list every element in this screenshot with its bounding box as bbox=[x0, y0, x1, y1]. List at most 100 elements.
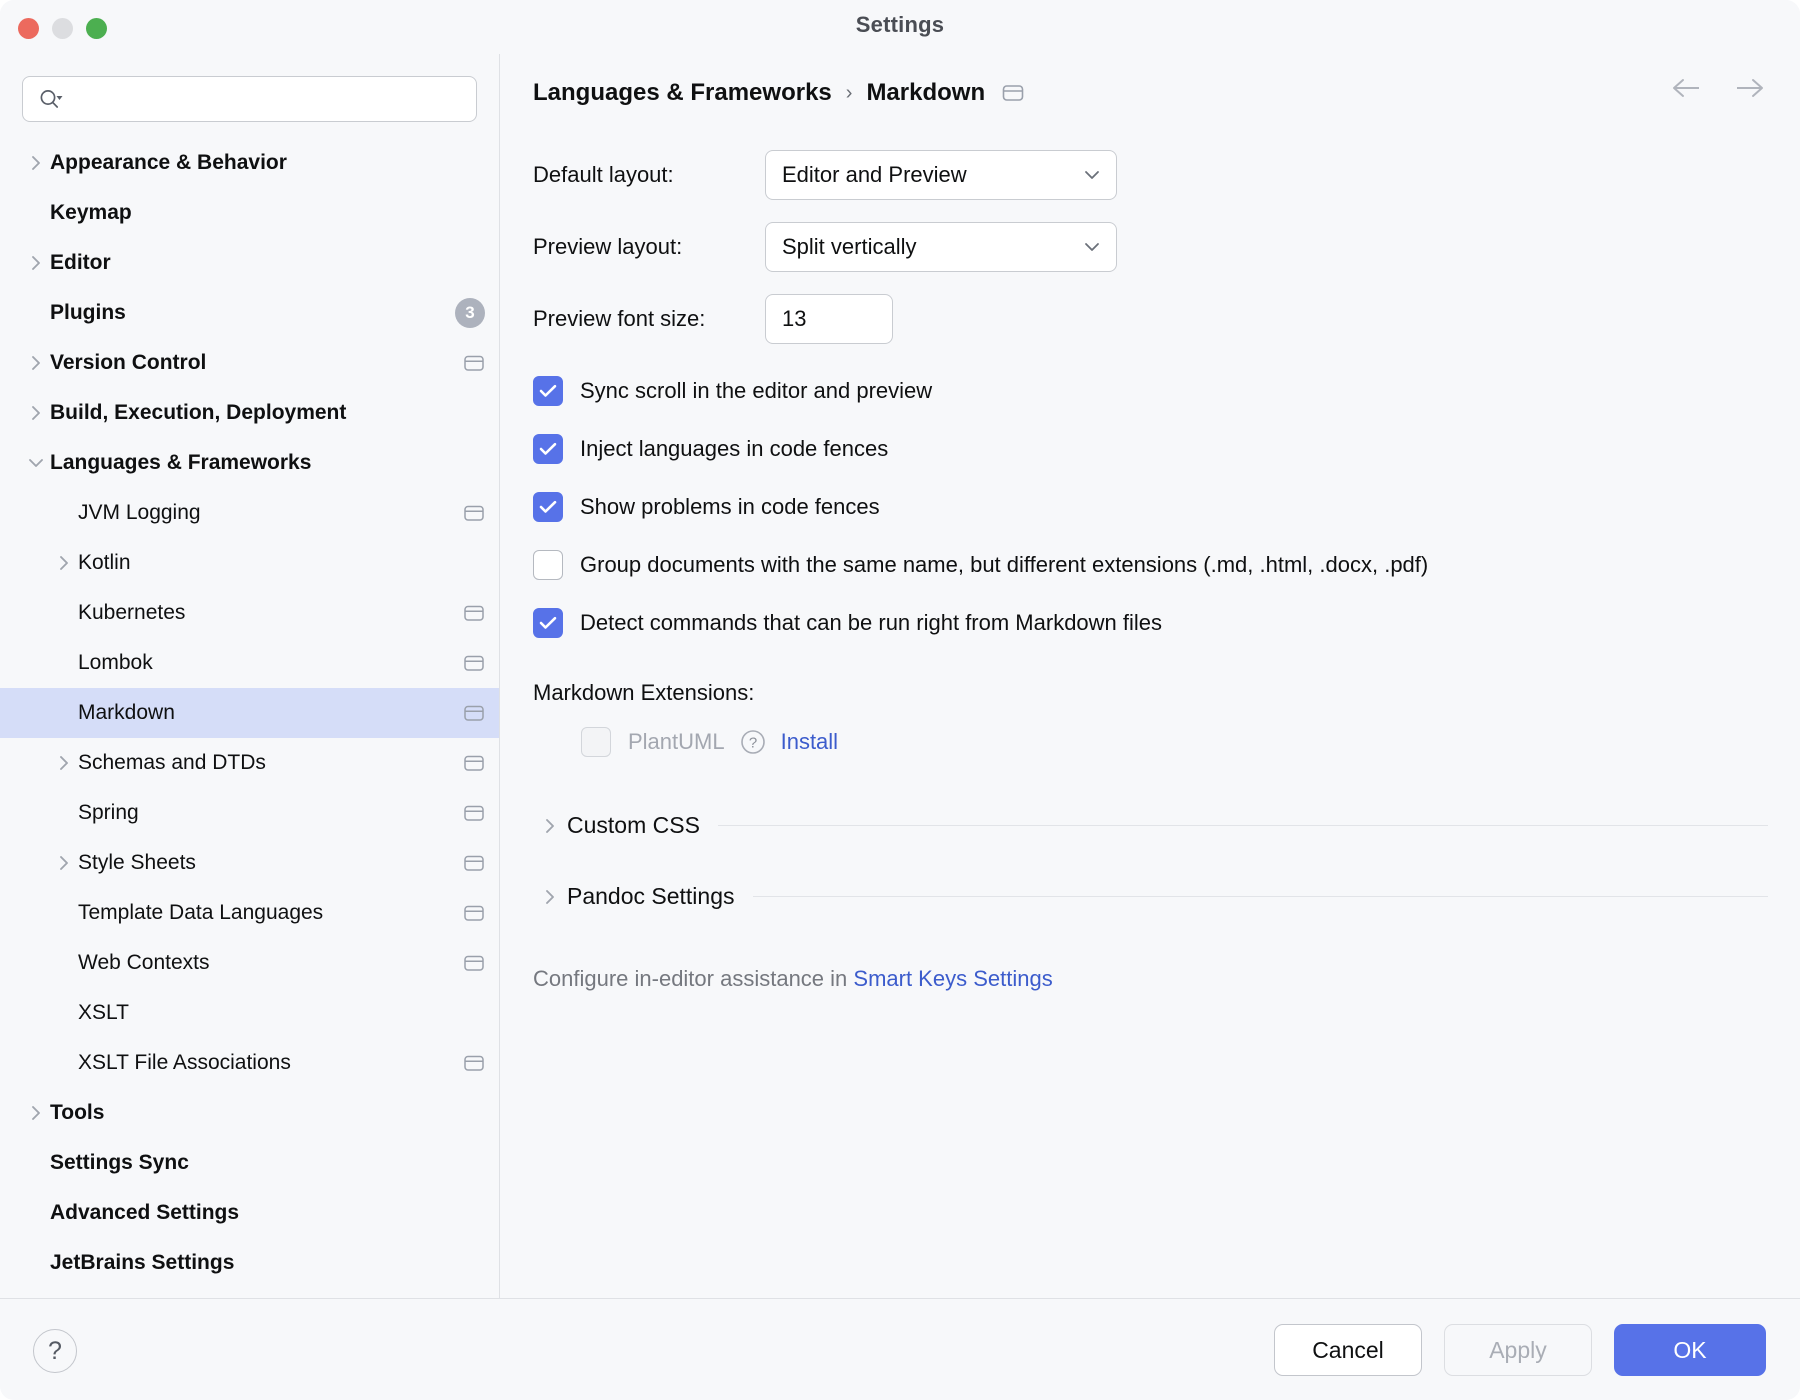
settings-content: Default layout: Editor and Preview Previ… bbox=[501, 132, 1800, 992]
checkbox-label: Detect commands that can be run right fr… bbox=[580, 610, 1162, 636]
sidebar-item-label: Languages & Frameworks bbox=[50, 451, 311, 475]
twisty-placeholder bbox=[22, 1138, 50, 1188]
default-layout-row: Default layout: Editor and Preview bbox=[533, 150, 1768, 200]
sidebar-item-version-control[interactable]: Version Control bbox=[0, 338, 499, 388]
extension-row: PlantUML?Install bbox=[533, 716, 1768, 768]
sidebar-item-lombok[interactable]: Lombok bbox=[0, 638, 499, 688]
preview-font-size-input[interactable] bbox=[780, 305, 878, 333]
sidebar-item-kubernetes[interactable]: Kubernetes bbox=[0, 588, 499, 638]
markdown-extensions-list: PlantUML?Install bbox=[533, 716, 1768, 768]
checkbox-unchecked-icon bbox=[581, 727, 611, 757]
default-layout-dropdown[interactable]: Editor and Preview bbox=[765, 150, 1117, 200]
sidebar-item-jvm-logging[interactable]: JVM Logging bbox=[0, 488, 499, 538]
collapsible-sections: Custom CSS Pandoc Settings bbox=[533, 812, 1768, 910]
sidebar-item-xslt[interactable]: XSLT bbox=[0, 988, 499, 1038]
project-scope-icon bbox=[463, 754, 485, 773]
preview-font-size-row: Preview font size: bbox=[533, 294, 1768, 344]
twisty-placeholder bbox=[50, 1038, 78, 1088]
ok-button[interactable]: OK bbox=[1614, 1324, 1766, 1376]
project-scope-icon bbox=[463, 854, 485, 873]
checkbox-row[interactable]: Inject languages in code fences bbox=[533, 420, 1768, 478]
help-icon[interactable]: ? bbox=[739, 728, 767, 756]
chevron-right-icon[interactable] bbox=[22, 338, 50, 388]
sidebar-item-label: Appearance & Behavior bbox=[50, 151, 287, 175]
default-layout-label: Default layout: bbox=[533, 162, 765, 188]
sidebar-item-kotlin[interactable]: Kotlin bbox=[0, 538, 499, 588]
checkbox-checked-icon[interactable] bbox=[533, 492, 563, 522]
chevron-right-icon[interactable] bbox=[50, 538, 78, 588]
sidebar-item-keymap[interactable]: Keymap bbox=[0, 188, 499, 238]
project-scope-icon bbox=[463, 804, 485, 823]
sidebar-item-jetbrains-settings[interactable]: JetBrains Settings bbox=[0, 1238, 499, 1288]
sidebar-item-web-contexts[interactable]: Web Contexts bbox=[0, 938, 499, 988]
settings-main-panel: Languages & Frameworks › Markdown bbox=[501, 54, 1800, 1298]
sidebar-item-label: Editor bbox=[50, 251, 111, 275]
chevron-right-icon[interactable] bbox=[22, 388, 50, 438]
help-button[interactable]: ? bbox=[33, 1329, 77, 1373]
project-scope-icon bbox=[463, 904, 485, 923]
search-box[interactable] bbox=[22, 76, 477, 122]
chevron-right-icon[interactable] bbox=[533, 887, 567, 907]
sidebar-item-tools[interactable]: Tools bbox=[0, 1088, 499, 1138]
install-link[interactable]: Install bbox=[781, 729, 838, 755]
back-arrow-icon[interactable] bbox=[1670, 76, 1704, 100]
chevron-right-icon[interactable] bbox=[22, 138, 50, 188]
collapsible-section-custom-css[interactable]: Custom CSS bbox=[533, 812, 1768, 839]
sidebar-item-languages-frameworks[interactable]: Languages & Frameworks bbox=[0, 438, 499, 488]
apply-button[interactable]: Apply bbox=[1444, 1324, 1592, 1376]
sidebar-item-label: Kubernetes bbox=[78, 601, 185, 625]
sidebar-item-schemas-and-dtds[interactable]: Schemas and DTDs bbox=[0, 738, 499, 788]
collapsible-section-pandoc-settings[interactable]: Pandoc Settings bbox=[533, 883, 1768, 910]
sidebar-item-template-data-languages[interactable]: Template Data Languages bbox=[0, 888, 499, 938]
twisty-placeholder bbox=[50, 688, 78, 738]
sidebar-item-label: Template Data Languages bbox=[78, 901, 323, 925]
breadcrumb-parent[interactable]: Languages & Frameworks bbox=[533, 79, 832, 107]
checkbox-checked-icon[interactable] bbox=[533, 376, 563, 406]
sidebar-item-spring[interactable]: Spring bbox=[0, 788, 499, 838]
sidebar-item-style-sheets[interactable]: Style Sheets bbox=[0, 838, 499, 888]
sidebar-item-xslt-file-associations[interactable]: XSLT File Associations bbox=[0, 1038, 499, 1088]
sidebar-item-settings-sync[interactable]: Settings Sync bbox=[0, 1138, 499, 1188]
sidebar-item-build-execution-deployment[interactable]: Build, Execution, Deployment bbox=[0, 388, 499, 438]
twisty-placeholder bbox=[50, 788, 78, 838]
checkbox-row[interactable]: Sync scroll in the editor and preview bbox=[533, 362, 1768, 420]
checkbox-label: Sync scroll in the editor and preview bbox=[580, 378, 932, 404]
forward-arrow-icon[interactable] bbox=[1732, 76, 1766, 100]
project-scope-icon bbox=[463, 704, 485, 723]
sidebar-item-label: JVM Logging bbox=[78, 501, 201, 525]
sidebar-item-label: Schemas and DTDs bbox=[78, 751, 266, 775]
chevron-right-icon[interactable] bbox=[22, 1088, 50, 1138]
smart-keys-settings-link[interactable]: Smart Keys Settings bbox=[853, 966, 1052, 991]
sidebar-item-label: Markdown bbox=[78, 701, 175, 725]
chevron-right-icon[interactable] bbox=[50, 838, 78, 888]
checkbox-row[interactable]: Detect commands that can be run right fr… bbox=[533, 594, 1768, 652]
sidebar-item-appearance-behavior[interactable]: Appearance & Behavior bbox=[0, 138, 499, 188]
sidebar-item-plugins[interactable]: Plugins3 bbox=[0, 288, 499, 338]
sidebar-item-markdown[interactable]: Markdown bbox=[0, 688, 499, 738]
preview-font-size-field[interactable] bbox=[765, 294, 893, 344]
chevron-right-icon[interactable] bbox=[22, 238, 50, 288]
collapsible-label: Pandoc Settings bbox=[567, 883, 735, 910]
chevron-right-icon[interactable] bbox=[50, 738, 78, 788]
preview-layout-dropdown[interactable]: Split vertically bbox=[765, 222, 1117, 272]
section-divider bbox=[753, 896, 1768, 897]
checkbox-row[interactable]: Group documents with the same name, but … bbox=[533, 536, 1768, 594]
sidebar-item-label: Web Contexts bbox=[78, 951, 210, 975]
checkbox-checked-icon[interactable] bbox=[533, 434, 563, 464]
section-divider bbox=[718, 825, 1768, 826]
preview-layout-row: Preview layout: Split vertically bbox=[533, 222, 1768, 272]
chevron-right-icon[interactable] bbox=[533, 816, 567, 836]
settings-dialog: Settings Appearance & BehaviorKeymapEdit… bbox=[0, 0, 1800, 1400]
cancel-button[interactable]: Cancel bbox=[1274, 1324, 1422, 1376]
sidebar-item-editor[interactable]: Editor bbox=[0, 238, 499, 288]
checkbox-unchecked-icon[interactable] bbox=[533, 550, 563, 580]
checkbox-row[interactable]: Show problems in code fences bbox=[533, 478, 1768, 536]
search-container bbox=[0, 54, 499, 122]
twisty-placeholder bbox=[22, 1238, 50, 1288]
checkbox-checked-icon[interactable] bbox=[533, 608, 563, 638]
chevron-down-icon[interactable] bbox=[22, 438, 50, 488]
search-input[interactable] bbox=[65, 88, 476, 110]
sidebar-item-advanced-settings[interactable]: Advanced Settings bbox=[0, 1188, 499, 1238]
settings-sidebar: Appearance & Behavior Keymap Editor Plugins… bbox=[0, 54, 500, 1298]
twisty-placeholder bbox=[50, 588, 78, 638]
